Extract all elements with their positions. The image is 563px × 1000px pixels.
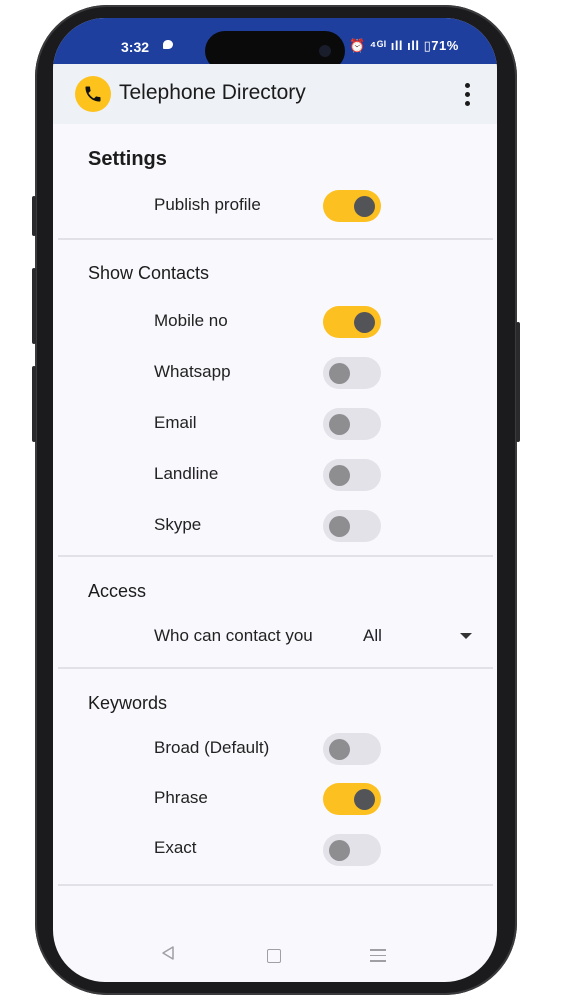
contact-option-label: Email	[154, 413, 197, 432]
toggle-knob	[354, 312, 375, 333]
more-vertical-icon[interactable]	[457, 80, 477, 108]
message-icon	[163, 40, 173, 49]
access-title: Access	[88, 581, 147, 601]
keyword-option-label: Broad (Default)	[154, 738, 270, 757]
volume-up-button	[32, 268, 36, 344]
publish-profile-label: Publish profile	[154, 195, 261, 214]
exact-toggle[interactable]	[323, 834, 381, 866]
toggle-knob	[329, 414, 350, 435]
app-title: Telephone Directory	[119, 81, 306, 104]
back-icon[interactable]	[161, 945, 175, 961]
toggle-knob	[329, 465, 350, 486]
mobile-toggle[interactable]	[323, 306, 381, 338]
screen: 3:32 ⏰ ⁴ᴳᴵ ıll ıll ▯71% Telephone Direct…	[53, 18, 497, 982]
settings-title: Settings	[88, 148, 167, 170]
email-toggle[interactable]	[323, 408, 381, 440]
whatsapp-toggle[interactable]	[323, 357, 381, 389]
show-contacts-title: Show Contacts	[88, 263, 210, 283]
keyword-option-label: Exact	[154, 838, 197, 857]
toggle-knob	[329, 363, 350, 384]
skype-toggle[interactable]	[323, 510, 381, 542]
phone-icon	[75, 76, 111, 112]
who-can-contact-label: Who can contact you	[154, 626, 313, 645]
toggle-knob	[354, 196, 375, 217]
keywords-title: Keywords	[88, 693, 168, 713]
recent-apps-icon[interactable]	[370, 949, 386, 966]
status-indicators: ⏰ ⁴ᴳᴵ ıll ıll ▯71%	[349, 38, 459, 53]
app-bar: Telephone Directory	[53, 64, 497, 124]
action-button	[32, 196, 36, 236]
volume-down-button	[32, 366, 36, 442]
system-nav-bar	[53, 930, 497, 980]
divider	[58, 238, 493, 240]
chevron-down-icon[interactable]	[460, 633, 472, 639]
publish-profile-toggle[interactable]	[323, 190, 381, 222]
power-button	[516, 322, 520, 442]
toggle-knob	[329, 516, 350, 537]
landline-toggle[interactable]	[323, 459, 381, 491]
divider	[58, 555, 493, 557]
contact-option-label: Landline	[154, 464, 219, 483]
toggle-knob	[329, 739, 350, 760]
contact-option-label: Skype	[154, 515, 202, 534]
status-time: 3:32	[121, 39, 150, 55]
toggle-knob	[329, 840, 350, 861]
contact-option-label: Whatsapp	[154, 362, 231, 381]
phrase-toggle[interactable]	[323, 783, 381, 815]
contact-option-label: Mobile no	[154, 311, 228, 330]
who-can-contact-dropdown[interactable]: All	[363, 626, 382, 646]
camera-icon	[319, 45, 331, 57]
divider	[58, 667, 493, 669]
broad-toggle[interactable]	[323, 733, 381, 765]
keyword-option-label: Phrase	[154, 788, 208, 807]
toggle-knob	[354, 789, 375, 810]
home-icon[interactable]	[267, 949, 281, 963]
divider	[58, 884, 493, 886]
